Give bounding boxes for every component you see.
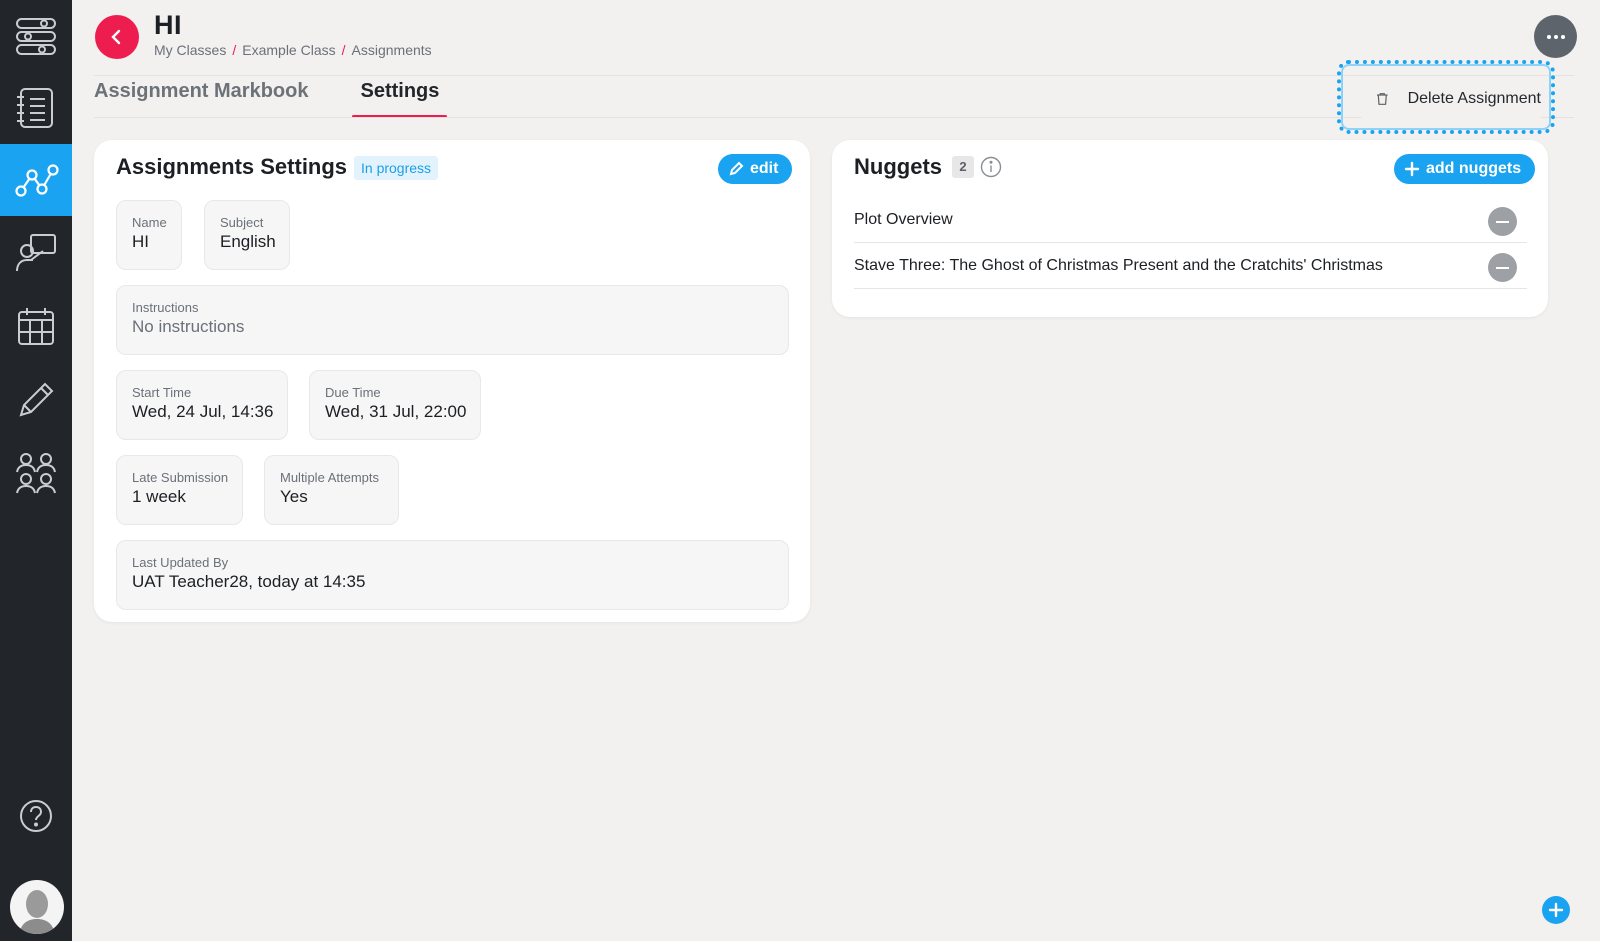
chevron-left-icon [111,29,121,45]
field-value: 1 week [132,487,186,506]
remove-nugget-button[interactable] [1488,253,1517,282]
breadcrumb-separator: / [341,42,346,58]
field-value: Wed, 24 Jul, 14:36 [132,402,274,421]
assignment-settings-card: Assignments Settings In progress edit Na… [94,140,810,622]
plus-icon [1548,902,1564,918]
page-title: HI [154,10,182,40]
sidebar [0,0,72,941]
notebook-icon [17,88,53,128]
more-dot [1546,34,1551,39]
settings-title: Assignments Settings [116,154,348,179]
tabs-divider [94,117,1574,118]
remove-nugget-button[interactable] [1488,207,1517,236]
sidebar-item-pencil[interactable] [0,364,72,436]
nuggets-count-badge: 2 [952,156,974,178]
field-label: Start Time [132,385,192,400]
sidebar-item-dashboard[interactable] [0,0,72,72]
header-divider [94,75,1574,76]
tab-assignment-markbook[interactable]: Assignment Markbook [94,80,308,118]
nugget-label: Plot Overview [854,210,953,228]
more-options-button[interactable] [1534,15,1577,58]
breadcrumb-my-classes[interactable]: My Classes [154,42,226,58]
help-icon [20,800,52,832]
sidebar-item-people[interactable] [0,437,72,509]
field-value: No instructions [132,317,245,336]
field-value: UAT Teacher28, today at 14:35 [132,572,366,591]
minus-icon [1496,266,1509,269]
tab-settings[interactable]: Settings [352,80,448,118]
breadcrumb-example-class[interactable]: Example Class [242,42,335,58]
due-time-field: Due Time Wed, 31 Jul, 22:00 [309,370,481,440]
nuggets-card: Nuggets 2 add nuggets Plot Overview Stav… [832,140,1548,317]
avatar[interactable] [10,880,64,934]
field-label: Name [132,215,167,230]
field-value: Yes [280,487,308,506]
help-button[interactable] [0,780,72,852]
add-nuggets-button[interactable]: add nuggets [1394,154,1536,184]
more-dot [1553,34,1558,39]
sidebar-item-notebook[interactable] [0,72,72,144]
info-icon[interactable] [980,156,1002,178]
nuggets-title: Nuggets [854,154,942,179]
start-time-field: Start Time Wed, 24 Jul, 14:36 [116,370,288,440]
field-label: Multiple Attempts [280,470,379,485]
last-updated-field: Last Updated By UAT Teacher28, today at … [116,540,789,610]
back-button[interactable] [95,15,139,59]
analytics-icon [15,164,59,197]
subject-field: Subject English [204,200,290,270]
field-value: Wed, 31 Jul, 22:00 [325,402,467,421]
people-icon [16,453,56,494]
nugget-row: Plot Overview [854,197,1527,243]
add-nuggets-label: add nuggets [1426,160,1522,177]
floating-add-button[interactable] [1542,896,1570,924]
pencil-icon [19,382,54,417]
field-value: HI [132,232,149,251]
field-label: Late Submission [132,470,229,485]
pencil-icon [729,161,744,176]
multiple-attempts-field: Multiple Attempts Yes [264,455,399,525]
sidebar-item-calendar[interactable] [0,290,72,362]
minus-icon [1496,220,1509,223]
name-field: Name HI [116,200,182,270]
breadcrumb-separator: / [232,42,237,58]
late-submission-field: Late Submission 1 week [116,455,243,525]
breadcrumb-assignments[interactable]: Assignments [352,42,432,58]
delete-assignment-label: Delete Assignment [1407,90,1541,107]
sidebar-item-teacher[interactable] [0,216,72,288]
instructions-field: Instructions No instructions [116,285,789,355]
dashboard-icon [16,18,56,55]
tab-bar: Assignment Markbook Settings [94,80,491,118]
user-silhouette-icon [19,890,55,934]
field-label: Instructions [132,300,199,315]
trash-icon [1376,93,1388,105]
breadcrumb: My Classes / Example Class / Assignments [154,42,432,58]
main-content: HI My Classes / Example Class / Assignme… [72,0,1600,941]
nugget-row: Stave Three: The Ghost of Christmas Pres… [854,243,1527,289]
edit-label: edit [750,160,779,177]
field-label: Subject [220,215,264,230]
delete-assignment-menu-item[interactable]: Delete Assignment [1361,76,1541,122]
sidebar-item-analytics[interactable] [0,144,72,216]
edit-button[interactable]: edit [718,154,793,184]
field-label: Last Updated By [132,555,229,570]
nugget-label: Stave Three: The Ghost of Christmas Pres… [854,256,1383,274]
plus-icon [1404,161,1420,177]
teacher-icon [16,234,56,272]
calendar-icon [18,308,54,345]
field-value: English [220,232,276,251]
more-dot [1560,34,1565,39]
status-badge: In progress [354,156,439,180]
field-label: Due Time [325,385,381,400]
